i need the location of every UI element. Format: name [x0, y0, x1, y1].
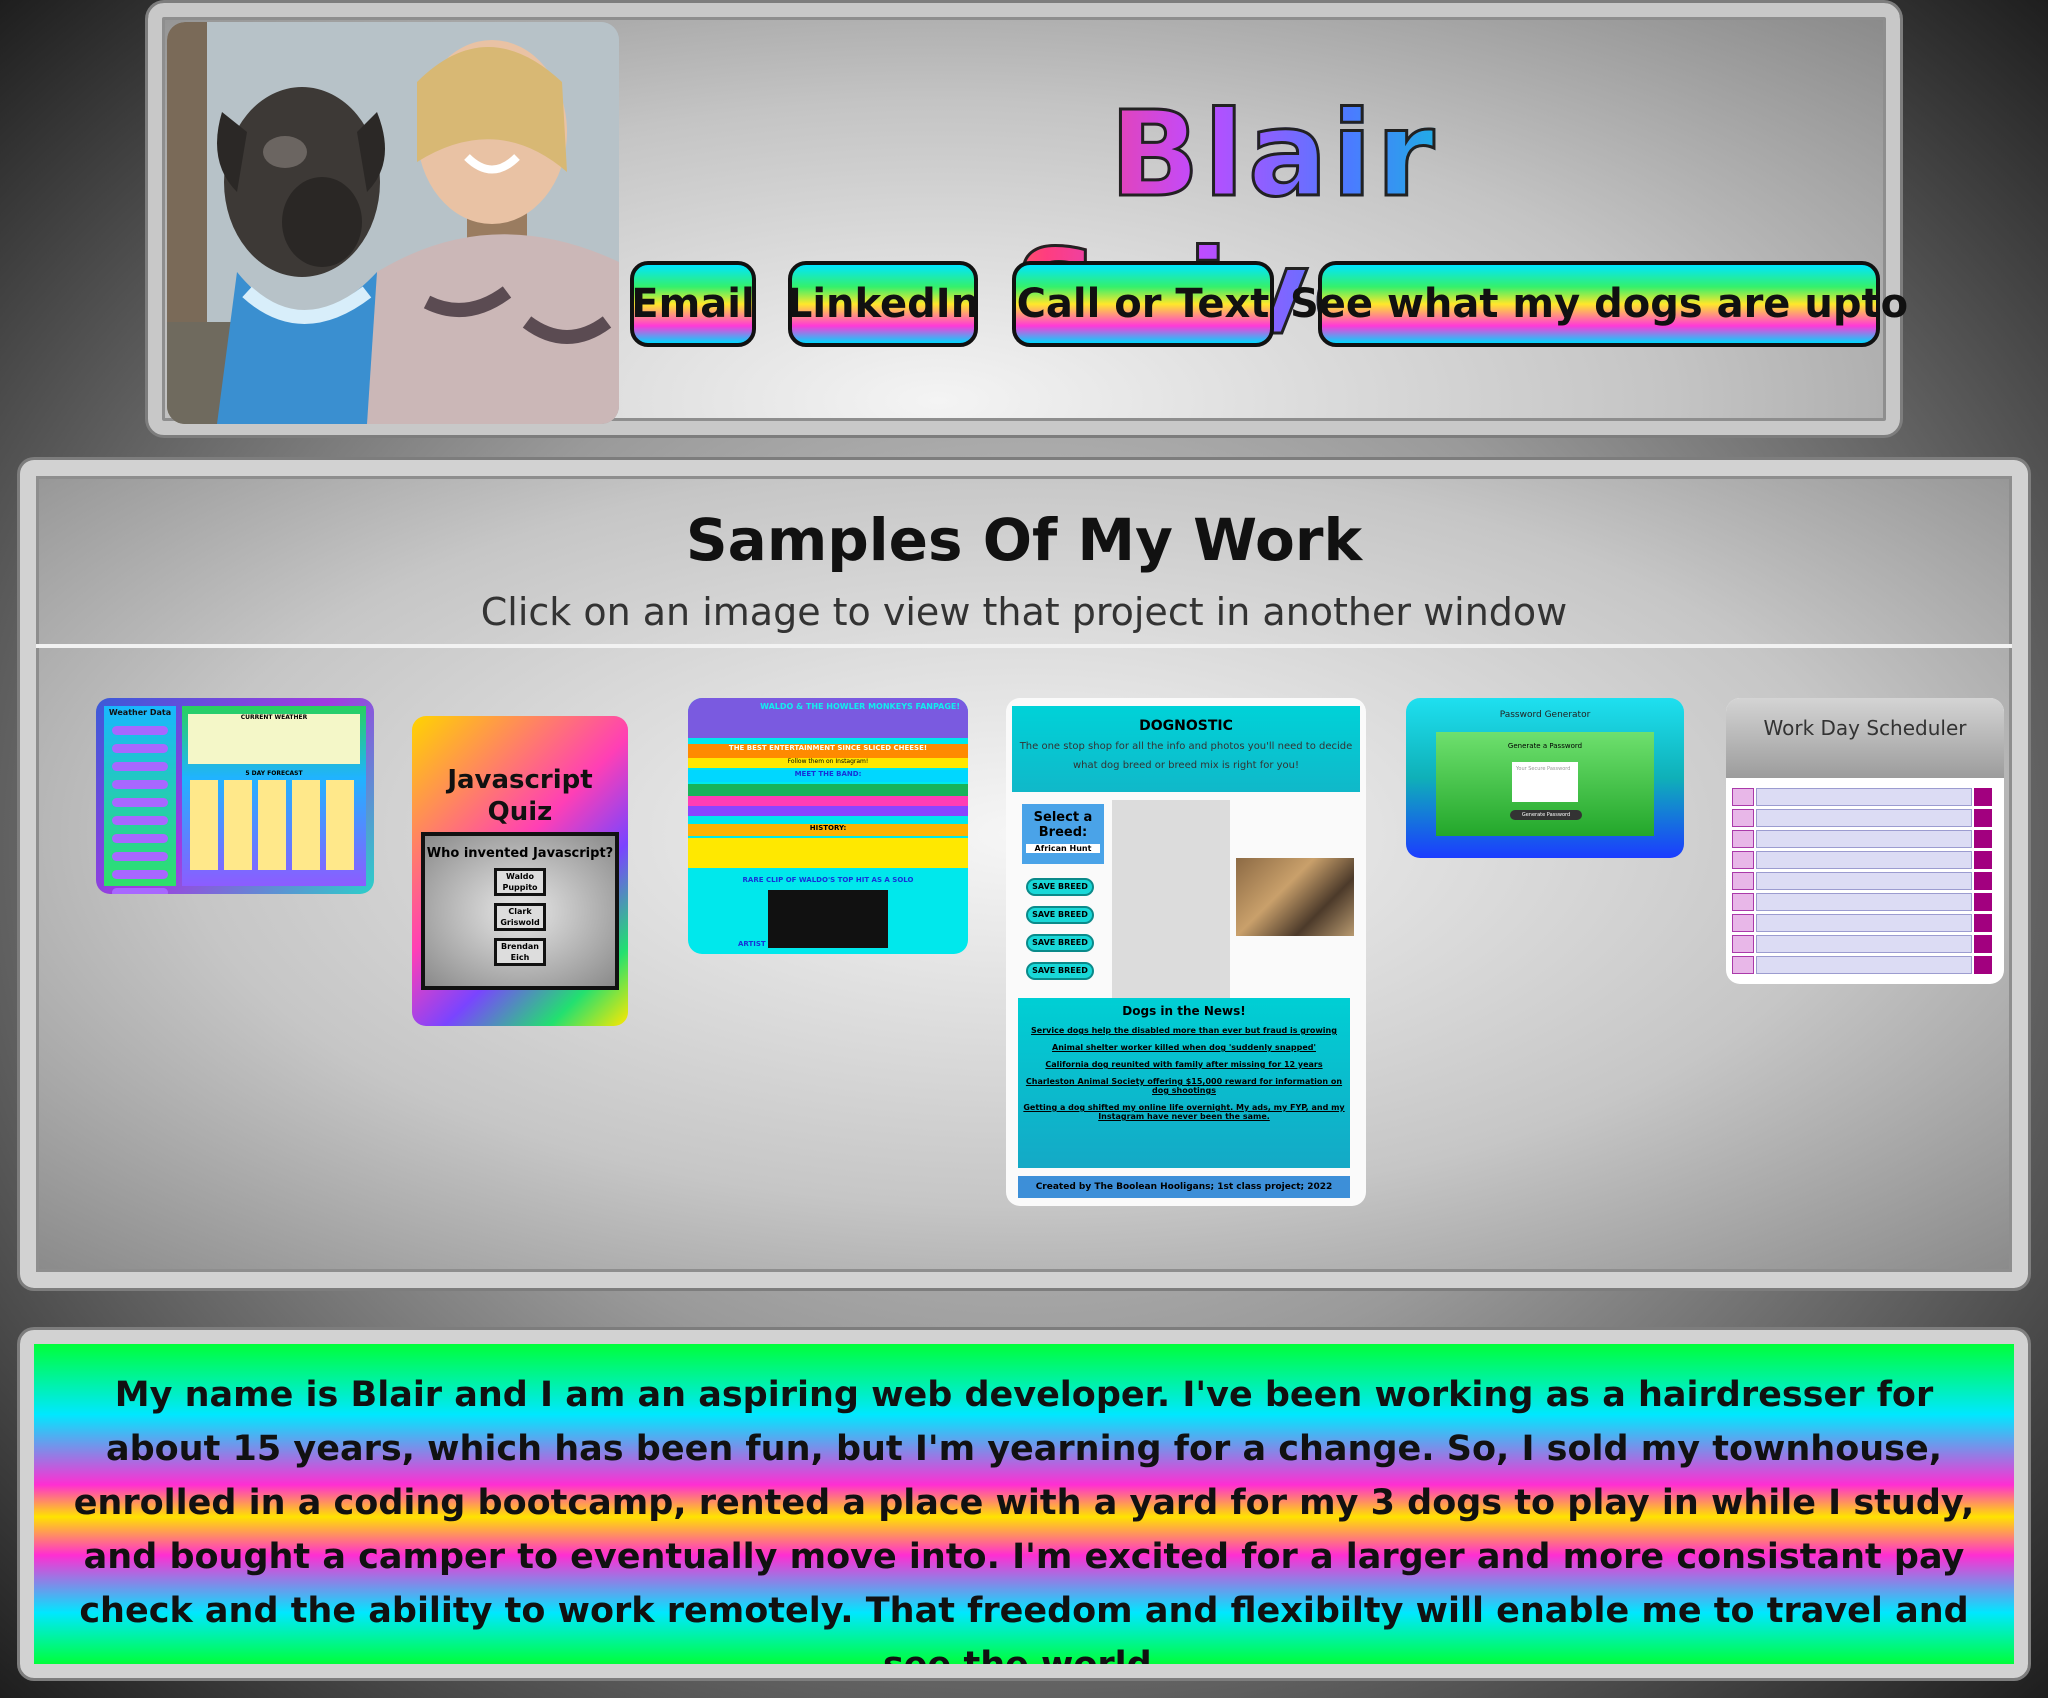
news-link: Charleston Animal Society offering $15,0… [1025, 1077, 1343, 1095]
news-link: Animal shelter worker killed when dog 's… [1052, 1043, 1316, 1052]
dog-news-panel: Dogs in the News! Service dogs help the … [1018, 998, 1350, 1168]
fanpage-meet: MEET THE BAND: [688, 770, 968, 782]
profile-photo-illustration [167, 22, 619, 424]
time-block [1732, 851, 1998, 869]
time-block [1732, 788, 1998, 806]
password-card-title: Generate a Password [1507, 742, 1583, 750]
fanpage-project-thumbnail[interactable]: WALDO & THE HOWLER MONKEYS FANPAGE! THE … [688, 698, 968, 954]
fanpage-title: WALDO & THE HOWLER MONKEYS FANPAGE! [688, 698, 968, 738]
save-breed-button: SAVE BREED [1026, 906, 1094, 924]
dognostic-header: DOGNOSTIC The one stop shop for all the … [1012, 706, 1360, 792]
time-block [1732, 830, 1998, 848]
dog-photo [1236, 858, 1354, 936]
fanpage-tagline: THE BEST ENTERTAINMENT SINCE SLICED CHEE… [688, 744, 968, 758]
forecast-card [292, 780, 320, 870]
weather-main-panel: CURRENT WEATHER 5 DAY FORECAST [182, 706, 366, 886]
quiz-title-line2: Quiz [487, 797, 553, 827]
work-day-scheduler-project-thumbnail[interactable]: Work Day Scheduler [1726, 698, 2004, 984]
profile-photo [167, 22, 619, 424]
breed-info-table [1112, 800, 1230, 1006]
weather-project-thumbnail[interactable]: Weather Data CURRENT WEATHER 5 DAY FOREC… [96, 698, 374, 894]
work-subtitle: Click on an image to view that project i… [480, 590, 1568, 634]
call-or-text-button[interactable]: Call or Text [1012, 261, 1274, 347]
scheduler-title: Work Day Scheduler [1763, 716, 1967, 740]
forecast-card [224, 780, 252, 870]
time-block [1732, 872, 1998, 890]
dognostic-title: DOGNOSTIC [1139, 718, 1233, 734]
time-block [1732, 893, 1998, 911]
forecast-card [190, 780, 218, 870]
divider [36, 644, 2012, 648]
fanpage-stripe [688, 796, 968, 806]
forecast-card [258, 780, 286, 870]
password-card: Generate a Password Your Secure Password… [1436, 732, 1654, 836]
fanpage-follow: Follow them on Instagram! [688, 758, 968, 768]
time-block [1732, 956, 1998, 974]
fanpage-history-text [688, 838, 968, 868]
password-field: Your Secure Password [1512, 762, 1578, 802]
header: Blair Seivers Email LinkedIn Call or Tex… [148, 3, 1908, 435]
news-link: California dog reunited with family afte… [1045, 1060, 1323, 1069]
dognostic-description: The one stop shop for all the info and p… [1019, 741, 1353, 771]
weather-label: Weather Data [108, 708, 172, 717]
email-button[interactable]: Email [630, 261, 756, 347]
time-block [1732, 935, 1998, 953]
select-breed-box: Select a Breed: African Hunt [1022, 804, 1104, 864]
save-breed-button: SAVE BREED [1026, 934, 1094, 952]
work-title: Samples Of My Work [685, 506, 1363, 574]
bio-section: My name is Blair and I am an aspiring we… [20, 1330, 2028, 1678]
time-block [1732, 809, 1998, 827]
quiz-title-line1: Javascript [447, 765, 593, 795]
dognostic-footer: Created by The Boolean Hooligans; 1st cl… [1018, 1176, 1350, 1198]
weather-sidebar: Weather Data [104, 706, 176, 894]
news-link: Service dogs help the disabled more than… [1031, 1026, 1337, 1035]
fanpage-stripe [688, 806, 968, 816]
generate-password-label: Generate Password [1521, 812, 1571, 818]
linkedin-button[interactable]: LinkedIn [787, 261, 979, 347]
scheduler-header: Work Day Scheduler [1726, 698, 2004, 778]
quiz-title: Javascript Quiz [412, 764, 628, 828]
password-generator-project-thumbnail[interactable]: Password Generator Generate a Password Y… [1406, 698, 1684, 858]
quiz-question: Who invented Javascript? [426, 846, 614, 861]
current-weather-card: CURRENT WEATHER [188, 714, 360, 764]
save-breed-button: SAVE BREED [1026, 962, 1094, 980]
fanpage-clip: RARE CLIP OF WALDO'S TOP HIT AS A SOLO [742, 876, 914, 884]
password-title: Password Generator [1499, 710, 1591, 720]
dognostic-project-thumbnail[interactable]: DOGNOSTIC The one stop shop for all the … [1006, 698, 1366, 1206]
password-placeholder: Your Secure Password [1516, 766, 1571, 772]
quiz-question-box: Who invented Javascript? Waldo Puppito C… [421, 832, 619, 990]
work-samples-section: Samples Of My Work Click on an image to … [20, 460, 2028, 1288]
news-title: Dogs in the News! [1122, 1004, 1246, 1018]
current-weather-label: CURRENT WEATHER [240, 714, 308, 721]
time-block [1732, 914, 1998, 932]
generate-password-button: Generate Password [1510, 810, 1582, 820]
bio-text: My name is Blair and I am an aspiring we… [34, 1344, 2014, 1664]
javascript-quiz-project-thumbnail[interactable]: Javascript Quiz Who invented Javascript?… [412, 716, 628, 1026]
news-link: Getting a dog shifted my online life ove… [1023, 1103, 1345, 1121]
breed-select: African Hunt [1026, 844, 1100, 853]
select-breed-label: Select a Breed: [1033, 810, 1093, 840]
forecast-label: 5 DAY FORECAST [245, 770, 303, 777]
forecast-card [326, 780, 354, 870]
dogs-button[interactable]: See what my dogs are upto [1290, 261, 1908, 347]
fanpage-stripe [688, 784, 968, 796]
video-player [768, 890, 888, 948]
quiz-answer: Brendan Eich [494, 938, 546, 966]
quiz-answer: Waldo Puppito [494, 868, 546, 896]
fanpage-artist: ARTIST [738, 940, 766, 948]
fanpage-history: HISTORY: [688, 824, 968, 836]
quiz-answer: Clark Griswold [494, 903, 546, 931]
save-breed-button: SAVE BREED [1026, 878, 1094, 896]
